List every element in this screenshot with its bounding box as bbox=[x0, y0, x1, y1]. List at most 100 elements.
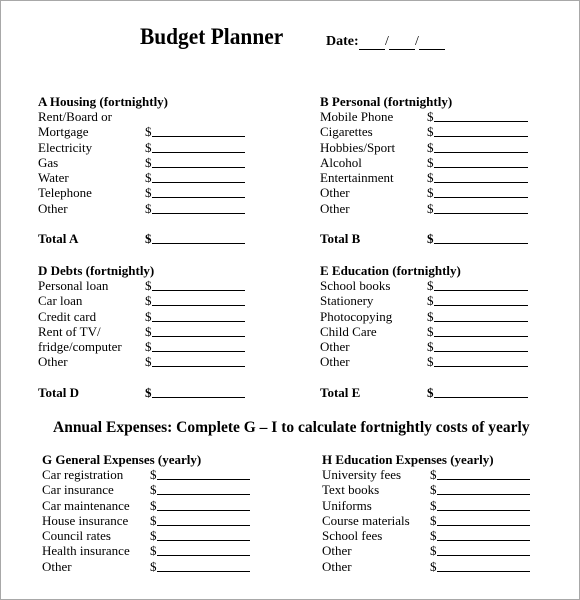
dollar-sign: $ bbox=[427, 124, 434, 140]
amount-blank-field[interactable] bbox=[152, 305, 245, 307]
line-item-label: Stationery bbox=[320, 293, 374, 309]
total-amount-blank-field[interactable] bbox=[434, 396, 528, 398]
dollar-sign: $ bbox=[427, 278, 434, 293]
amount-blank-field[interactable] bbox=[434, 121, 528, 122]
amount-blank-field[interactable] bbox=[437, 570, 530, 572]
amount-blank-field[interactable] bbox=[437, 509, 530, 511]
amount-blank-field[interactable] bbox=[434, 366, 528, 368]
dollar-sign: $ bbox=[430, 482, 437, 498]
dollar-sign: $ bbox=[427, 323, 434, 339]
amount-blank-field[interactable] bbox=[157, 524, 250, 526]
amount-blank-field[interactable] bbox=[434, 182, 528, 184]
amount-blank-field[interactable] bbox=[152, 290, 245, 291]
line-item-label: School books bbox=[320, 278, 391, 293]
amount-blank-field[interactable] bbox=[434, 212, 528, 214]
amount-blank-field[interactable] bbox=[434, 351, 528, 353]
line-item: Other $ bbox=[320, 354, 540, 369]
line-item-label: Rent/Board or bbox=[38, 109, 113, 124]
dollar-sign: $ bbox=[150, 558, 157, 574]
line-item: Gas $ bbox=[38, 155, 258, 170]
date-day-blank[interactable] bbox=[359, 35, 385, 50]
date-month-blank[interactable] bbox=[389, 35, 415, 50]
dollar-sign: $ bbox=[427, 170, 434, 186]
amount-blank-field[interactable] bbox=[157, 509, 250, 511]
section-g-general-expenses: G General Expenses (yearly) Car registrat… bbox=[42, 452, 262, 574]
line-item: Child Care $ bbox=[320, 324, 540, 339]
line-item-label: Cigarettes bbox=[320, 124, 373, 140]
line-item: Car maintenance $ bbox=[42, 498, 262, 513]
line-item: Other $ bbox=[320, 339, 540, 354]
line-item: Car loan $ bbox=[38, 293, 258, 308]
amount-blank-field[interactable] bbox=[152, 351, 245, 353]
amount-blank-field[interactable] bbox=[152, 335, 245, 337]
line-item: Other $ bbox=[320, 201, 540, 216]
amount-blank-field[interactable] bbox=[434, 320, 528, 322]
line-item-label: Course materials bbox=[322, 512, 410, 528]
section-b-personal: B Personal (fortnightly) Mobile Phone $ Cig… bbox=[320, 94, 540, 246]
line-item-label: Car insurance bbox=[42, 482, 114, 498]
line-item: Photocopying $ bbox=[320, 309, 540, 324]
dollar-sign: $ bbox=[145, 323, 152, 339]
dollar-sign: $ bbox=[150, 467, 157, 482]
total-label: Total A bbox=[38, 231, 79, 247]
amount-blank-field[interactable] bbox=[434, 197, 528, 199]
annual-expenses-heading: Annual Expenses: Complete G – I to calcu… bbox=[53, 419, 530, 436]
dollar-sign: $ bbox=[145, 154, 152, 170]
line-item-label: Other bbox=[42, 558, 72, 574]
amount-blank-field[interactable] bbox=[437, 494, 530, 496]
line-item-label: Photocopying bbox=[320, 308, 393, 324]
line-item-label: Other bbox=[38, 354, 68, 370]
line-item-label: Uniforms bbox=[322, 497, 372, 513]
total-amount-blank-field[interactable] bbox=[152, 396, 245, 398]
amount-blank-field[interactable] bbox=[434, 290, 528, 291]
amount-blank-field[interactable] bbox=[434, 166, 528, 168]
amount-blank-field[interactable] bbox=[434, 335, 528, 337]
line-item: Rent of TV/ $ bbox=[38, 324, 258, 339]
amount-blank-field[interactable] bbox=[157, 494, 250, 496]
amount-blank-field[interactable] bbox=[152, 366, 245, 368]
line-item-label: Telephone bbox=[38, 185, 92, 201]
line-item: Credit card $ bbox=[38, 309, 258, 324]
amount-blank-field[interactable] bbox=[157, 540, 250, 542]
amount-blank-field[interactable] bbox=[437, 540, 530, 542]
line-item: Stationery $ bbox=[320, 293, 540, 308]
page-title: Budget Planner bbox=[140, 24, 284, 49]
section-title: D Debts (fortnightly) bbox=[38, 263, 155, 278]
dollar-sign: $ bbox=[145, 185, 152, 201]
amount-blank-field[interactable] bbox=[434, 136, 528, 138]
dollar-sign: $ bbox=[145, 170, 152, 186]
dollar-sign: $ bbox=[150, 543, 157, 559]
amount-blank-field[interactable] bbox=[152, 151, 245, 153]
line-item: Other $ bbox=[38, 354, 258, 369]
amount-blank-field[interactable] bbox=[157, 555, 250, 557]
amount-blank-field[interactable] bbox=[152, 182, 245, 184]
amount-blank-field[interactable] bbox=[434, 305, 528, 307]
dollar-sign: $ bbox=[145, 139, 152, 155]
line-item: Electricity $ bbox=[38, 140, 258, 155]
dollar-sign: $ bbox=[430, 497, 437, 513]
line-item: School fees $ bbox=[322, 528, 542, 543]
line-item: Text books $ bbox=[322, 482, 542, 497]
section-title: B Personal (fortnightly) bbox=[320, 94, 453, 109]
dollar-sign: $ bbox=[150, 512, 157, 528]
amount-blank-field[interactable] bbox=[152, 212, 245, 214]
amount-blank-field[interactable] bbox=[152, 136, 245, 138]
amount-blank-field[interactable] bbox=[437, 524, 530, 526]
date-year-blank[interactable] bbox=[419, 35, 445, 50]
budget-planner-page: Budget Planner Date: / / A Housing (fortn… bbox=[0, 0, 580, 600]
amount-blank-field[interactable] bbox=[152, 166, 245, 168]
total-amount-blank-field[interactable] bbox=[434, 243, 528, 245]
line-item-label: Hobbies/Sport bbox=[320, 139, 396, 155]
amount-blank-field[interactable] bbox=[157, 570, 250, 572]
amount-blank-field[interactable] bbox=[437, 555, 530, 557]
dollar-sign: $ bbox=[430, 558, 437, 574]
amount-blank-field[interactable] bbox=[152, 197, 245, 199]
line-item: Entertainment $ bbox=[320, 170, 540, 185]
amount-blank-field[interactable] bbox=[152, 320, 245, 322]
line-item: Other $ bbox=[38, 201, 258, 216]
amount-blank-field[interactable] bbox=[434, 151, 528, 153]
amount-blank-field[interactable] bbox=[157, 479, 250, 480]
amount-blank-field[interactable] bbox=[437, 479, 530, 480]
line-item: Mobile Phone $ bbox=[320, 109, 540, 124]
total-amount-blank-field[interactable] bbox=[152, 243, 245, 245]
